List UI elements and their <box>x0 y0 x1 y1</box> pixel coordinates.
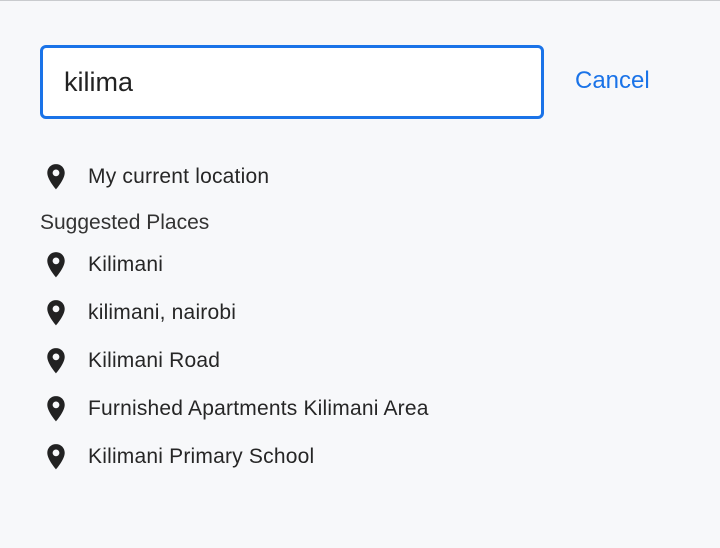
suggested-place-label: kilimani, nairobi <box>88 301 237 324</box>
suggested-place-item[interactable]: Kilimani Primary School <box>40 437 680 477</box>
current-location-item[interactable]: My current location <box>40 157 680 197</box>
search-input[interactable] <box>64 48 524 116</box>
search-bar: Cancel <box>40 45 680 119</box>
suggested-place-label: Kilimani Primary School <box>88 445 315 468</box>
map-pin-icon <box>40 297 72 329</box>
map-pin-icon <box>40 161 72 193</box>
suggested-place-label: Furnished Apartments Kilimani Area <box>88 397 429 420</box>
suggested-place-label: Kilimani Road <box>88 349 221 372</box>
map-pin-icon <box>40 393 72 425</box>
map-pin-icon <box>40 345 72 377</box>
map-pin-icon <box>40 249 72 281</box>
suggested-place-label: Kilimani <box>88 253 164 276</box>
suggested-place-item[interactable]: Kilimani Road <box>40 341 680 381</box>
search-box[interactable] <box>40 45 544 119</box>
suggested-places-heading: Suggested Places <box>40 211 210 234</box>
suggested-place-item[interactable]: Furnished Apartments Kilimani Area <box>40 389 680 429</box>
cancel-button[interactable]: Cancel <box>575 67 650 95</box>
suggested-place-item[interactable]: kilimani, nairobi <box>40 293 680 333</box>
current-location-label: My current location <box>88 165 270 188</box>
map-pin-icon <box>40 441 72 473</box>
suggested-place-item[interactable]: Kilimani <box>40 245 680 285</box>
